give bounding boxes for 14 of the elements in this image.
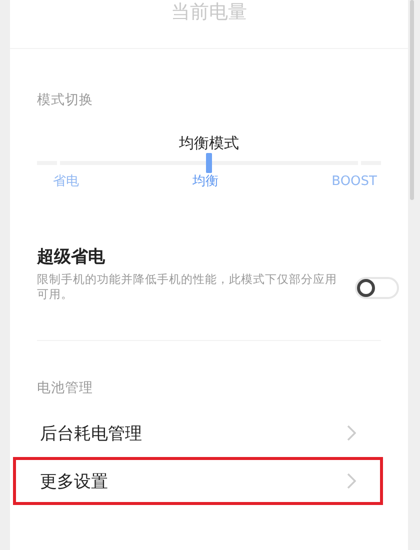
current-mode-label: 均衡模式 <box>179 134 239 152</box>
chevron-right-icon <box>347 425 356 441</box>
settings-row[interactable]: 更多设置 <box>13 457 383 505</box>
mode-option[interactable]: BOOST <box>332 173 377 191</box>
mode-option[interactable]: 均衡 <box>192 173 218 191</box>
toggle-switch[interactable] <box>355 277 399 299</box>
settings-row[interactable]: 后台耗电管理 <box>13 409 383 457</box>
section-heading: 模式切换 <box>37 92 93 108</box>
section-heading: 电池管理 <box>37 380 93 396</box>
super-saver-description: 限制手机的功能并降低手机的性能，此模式下仅部分应用可用。 <box>37 272 337 302</box>
chevron-right-icon <box>347 473 356 489</box>
super-saver-title: 超级省电 <box>37 246 106 269</box>
slider-thumb[interactable] <box>206 153 212 173</box>
mode-option[interactable]: 省电 <box>53 173 79 191</box>
